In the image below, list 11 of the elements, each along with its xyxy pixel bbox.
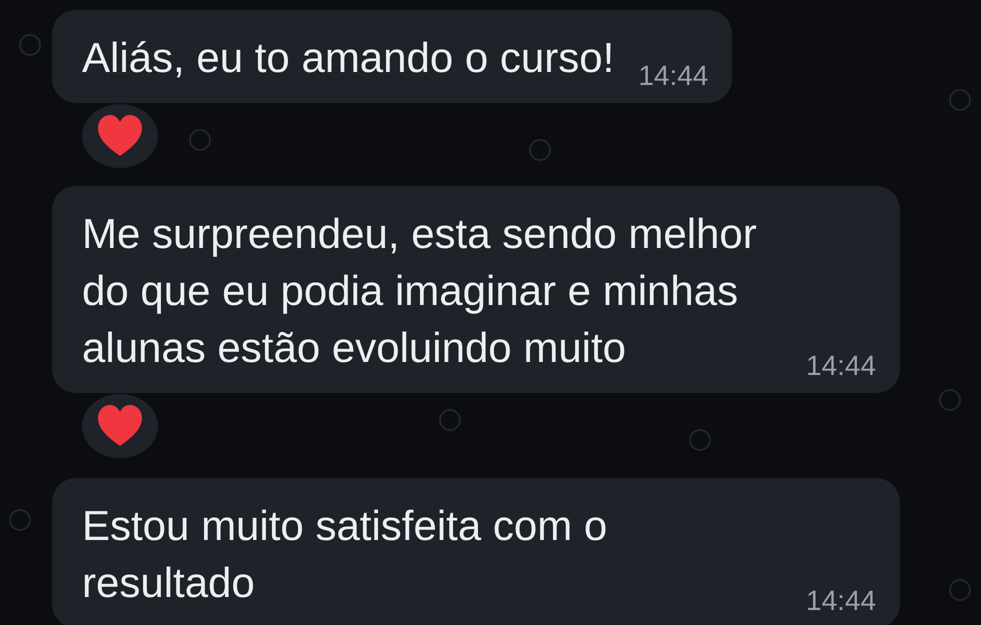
message-text: Me surpreendeu, esta sendo melhor do que eu podia imaginar e minhas alunas estão evoluindo muito (82, 209, 758, 373)
message-bubble[interactable]: Me surpreendeu, esta sendo melhor do que eu podia imaginar e minhas alunas estão evoluindo muito 14:44 (52, 186, 900, 393)
message-bubble[interactable]: Aliás, eu to amando o curso! 14:44 (52, 10, 732, 103)
message-text: Aliás, eu to amando o curso! (82, 33, 614, 83)
message-time: 14:44 (638, 62, 708, 90)
message-bubble[interactable]: Estou muito satisfeita com o resultado 14:44 (52, 478, 900, 625)
heart-icon (96, 114, 144, 158)
heart-icon (96, 404, 144, 448)
message-time: 14:44 (806, 352, 876, 380)
message-time: 14:44 (806, 587, 876, 615)
message-text: Estou muito satisfeita com o resultado (82, 501, 608, 608)
